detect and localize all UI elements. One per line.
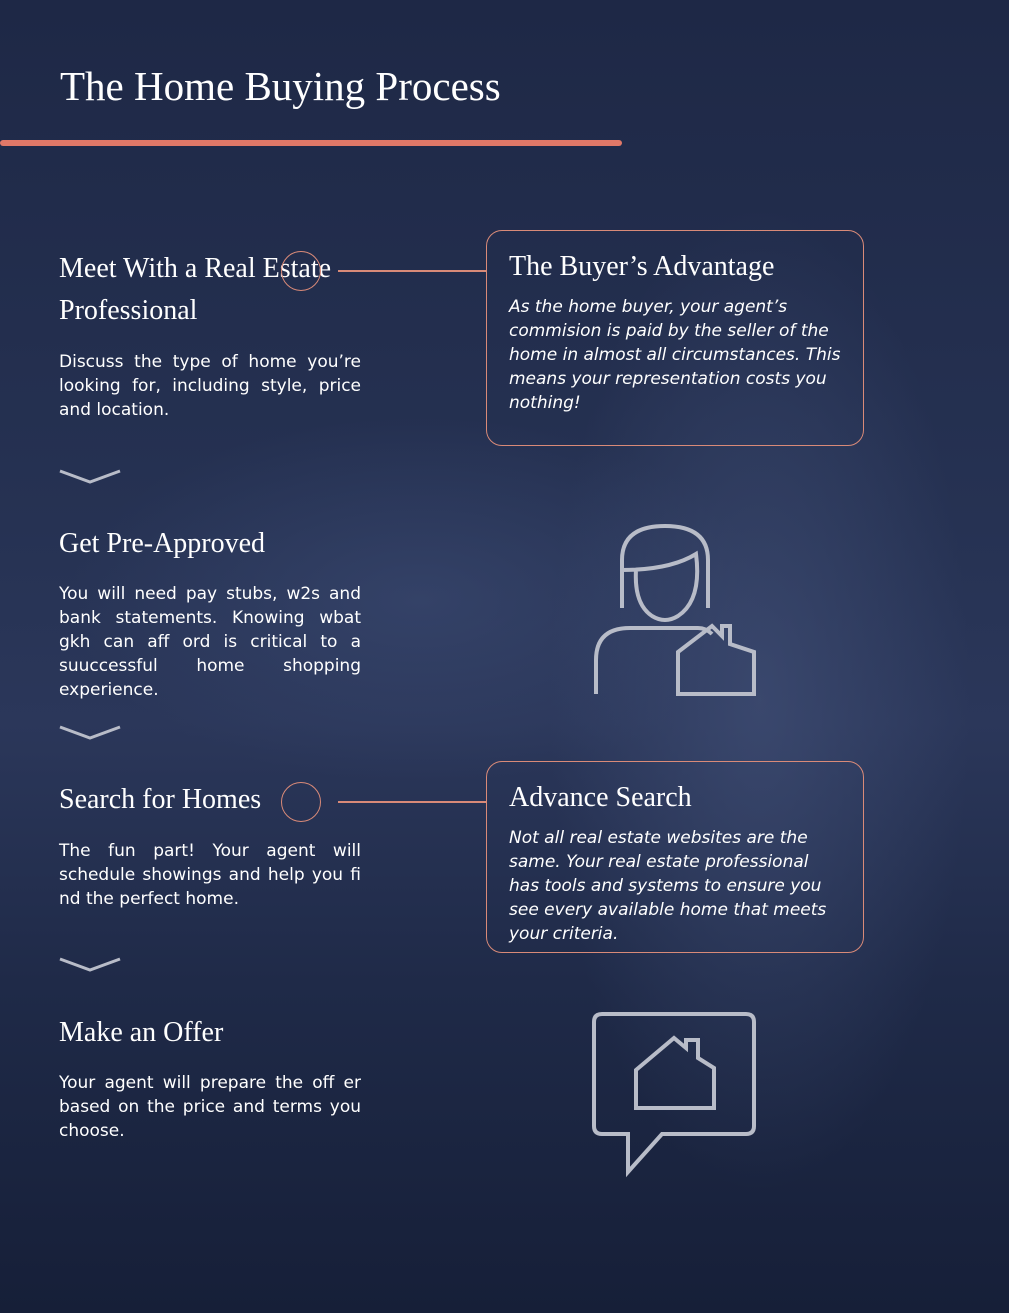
callout-body: Not all real estate websites are the sam…: [509, 828, 827, 944]
speech-bubble-house-icon: [592, 1012, 756, 1178]
step-2-heading: Get Pre-Approved: [59, 528, 266, 559]
step-2-body: You will need pay stubs, w2s and bank st…: [59, 584, 361, 700]
step-1-connector: [338, 270, 487, 272]
step-4-body: Your agent will prepare the off er based…: [59, 1073, 361, 1141]
callout-buyers-advantage: The Buyer’s Advantage As the home buyer,…: [486, 230, 864, 446]
step-1-body: Discuss the type of home you’re looking …: [59, 352, 361, 420]
callout-advance-search: Advance Search Not all real estate websi…: [486, 761, 864, 953]
page-title: The Home Buying Process: [60, 63, 501, 109]
step-4-heading: Make an Offer: [59, 1017, 224, 1048]
callout-heading: The Buyer’s Advantage: [509, 251, 775, 282]
callout-heading: Advance Search: [509, 782, 692, 813]
step-3-connector: [338, 801, 487, 803]
title-underline: [0, 140, 622, 146]
chevron-down-icon: [59, 725, 121, 740]
step-1-marker: [281, 251, 321, 291]
callout-body: As the home buyer, your agent’s commisio…: [509, 297, 841, 413]
person-house-icon: [594, 523, 756, 696]
chevron-down-icon: [59, 957, 121, 972]
chevron-down-icon: [59, 469, 121, 484]
step-3-body: The fun part! Your agent will schedule s…: [59, 841, 361, 909]
step-3-marker: [281, 782, 321, 822]
